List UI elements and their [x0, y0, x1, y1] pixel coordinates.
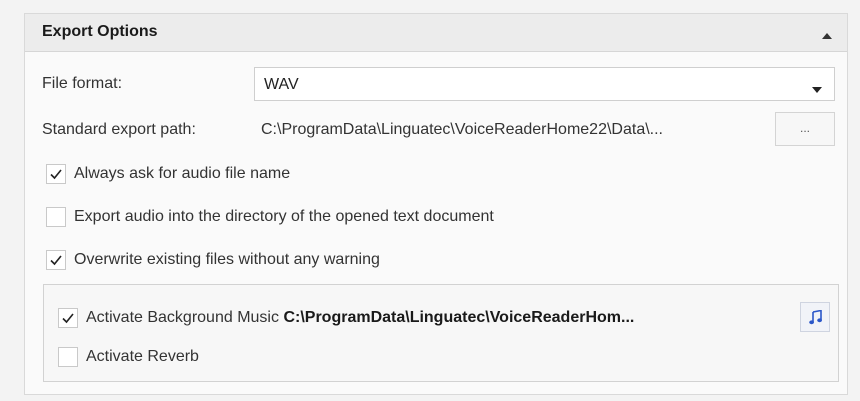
checkmark-icon — [62, 313, 74, 324]
background-music-checkbox[interactable] — [58, 308, 78, 328]
background-music-path: C:\ProgramData\Linguatec\VoiceReaderHom.… — [283, 309, 635, 326]
overwrite-files-label[interactable]: Overwrite existing files without any war… — [74, 251, 380, 269]
chevron-down-icon — [812, 81, 822, 93]
file-format-select[interactable]: WAV — [254, 67, 835, 101]
chevron-up-icon[interactable] — [822, 27, 832, 39]
checkmark-icon — [50, 255, 62, 266]
file-format-label: File format: — [42, 75, 123, 92]
background-music-text: Activate Background Music — [86, 309, 279, 326]
browse-path-button[interactable]: ... — [775, 112, 835, 146]
export-options-panel: Export Options File format: WAV Standard… — [24, 13, 848, 395]
panel-header[interactable]: Export Options — [25, 14, 847, 52]
music-note-icon — [809, 310, 822, 325]
export-path-value: C:\ProgramData\Linguatec\VoiceReaderHome… — [261, 121, 663, 138]
reverb-label[interactable]: Activate Reverb — [86, 348, 199, 366]
export-to-document-dir-checkbox[interactable] — [46, 207, 66, 227]
always-ask-filename-label[interactable]: Always ask for audio file name — [74, 165, 290, 183]
audio-effects-group — [43, 284, 839, 382]
export-to-document-dir-label[interactable]: Export audio into the directory of the o… — [74, 208, 494, 226]
checkmark-icon — [50, 169, 62, 180]
reverb-checkbox[interactable] — [58, 347, 78, 367]
choose-music-button[interactable] — [800, 302, 830, 332]
overwrite-files-checkbox[interactable] — [46, 250, 66, 270]
file-format-value: WAV — [264, 76, 299, 93]
panel-title: Export Options — [42, 23, 158, 40]
export-path-label: Standard export path: — [42, 121, 196, 138]
always-ask-filename-checkbox[interactable] — [46, 164, 66, 184]
background-music-label[interactable]: Activate Background Music C:\ProgramData… — [86, 309, 634, 327]
